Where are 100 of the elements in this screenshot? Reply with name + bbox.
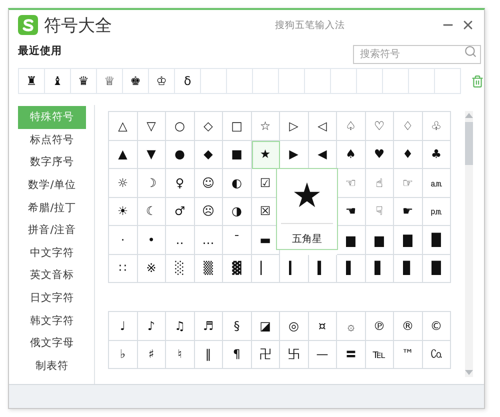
category-tab[interactable]: 数字序号 — [18, 151, 86, 174]
symbol-cell[interactable]: ¶ — [223, 340, 252, 369]
symbol-cell[interactable]: ░ — [166, 254, 194, 283]
symbol-cell[interactable]: ‖ — [194, 340, 223, 369]
symbol-cell[interactable]: ☆ — [252, 112, 280, 140]
symbol-cell[interactable]: ℗ — [366, 312, 394, 340]
symbol-cell[interactable]: ○ — [166, 112, 194, 140]
symbol-cell[interactable]: ♦ — [394, 140, 422, 169]
symbol-cell[interactable]: ■ — [223, 140, 252, 169]
symbol-cell[interactable]: ▇ — [394, 226, 422, 254]
recent-symbol[interactable]: ♛ — [71, 69, 97, 94]
category-tab[interactable]: 标点符号 — [18, 128, 86, 152]
recent-symbol[interactable]: ♚ — [123, 69, 149, 94]
symbol-cell[interactable]: ☛ — [394, 198, 422, 226]
symbol-cell[interactable]: ◁ — [308, 112, 337, 140]
category-tab[interactable]: 制表符 — [18, 354, 86, 378]
symbol-cell[interactable]: ※ — [138, 254, 166, 283]
symbol-cell[interactable]: • — [138, 226, 166, 254]
symbol-cell[interactable]: — — [308, 340, 337, 369]
symbol-cell[interactable]: … — [194, 226, 223, 254]
symbol-cell[interactable]: ♡ — [366, 112, 394, 140]
scrollbar[interactable] — [465, 111, 473, 377]
category-tab[interactable]: 英文音标 — [18, 264, 86, 287]
symbol-cell[interactable]: ● — [166, 140, 194, 169]
symbol-cell[interactable]: ۞ — [337, 312, 366, 340]
symbol-cell[interactable]: ◐ — [223, 169, 252, 198]
symbol-cell[interactable]: ▽ — [138, 112, 166, 140]
recent-symbol[interactable]: ♔ — [149, 69, 175, 94]
symbol-cell[interactable]: ☺ — [194, 169, 223, 198]
symbol-cell[interactable]: ▊ — [394, 254, 422, 283]
symbol-cell[interactable]: ▆ — [337, 226, 366, 254]
symbol-cell[interactable]: ℡ — [366, 340, 394, 369]
symbol-cell[interactable]: ♀ — [166, 169, 194, 198]
symbol-cell[interactable]: ㏂ — [422, 169, 451, 198]
symbol-cell[interactable]: ▓ — [223, 254, 252, 283]
symbol-cell[interactable]: ☽ — [138, 169, 166, 198]
symbol-cell[interactable]: ☚ — [337, 198, 366, 226]
symbol-cell[interactable]: ㏘ — [422, 198, 451, 226]
symbol-cell[interactable]: □ — [223, 112, 252, 140]
category-tab[interactable]: 数学/单位 — [18, 174, 86, 196]
symbol-cell[interactable]: █ — [422, 226, 451, 254]
symbol-cell[interactable]: █ — [422, 254, 451, 283]
symbol-cell[interactable]: ♯ — [138, 340, 166, 369]
symbol-cell[interactable]: ◎ — [280, 312, 308, 340]
symbol-cell[interactable]: ☟ — [366, 198, 394, 226]
symbol-cell[interactable]: ▏ — [252, 254, 280, 283]
symbol-cell[interactable]: ▍ — [308, 254, 337, 283]
symbol-cell[interactable]: ◆ — [194, 140, 223, 169]
symbol-cell[interactable]: § — [223, 312, 252, 340]
category-tab[interactable]: 中文字符 — [18, 242, 86, 264]
symbol-cell[interactable]: ♠ — [337, 140, 366, 169]
recent-symbol[interactable]: ♝ — [45, 69, 71, 94]
search-field[interactable]: 搜索符号 — [353, 44, 481, 64]
symbol-cell[interactable]: ♭ — [109, 340, 138, 369]
symbol-cell[interactable]: ☞ — [394, 169, 422, 198]
symbol-cell[interactable]: ▋ — [366, 254, 394, 283]
symbol-cell[interactable]: ♮ — [166, 340, 194, 369]
symbol-cell[interactable]: ▼ — [138, 140, 166, 169]
symbol-cell[interactable]: ® — [394, 312, 422, 340]
symbol-cell[interactable]: 卐 — [280, 340, 308, 369]
symbol-cell[interactable]: ♫ — [166, 312, 194, 340]
symbol-cell[interactable]: ▆ — [366, 226, 394, 254]
symbol-cell[interactable]: ™ — [394, 340, 422, 369]
recent-symbol[interactable]: ♕ — [97, 69, 123, 94]
symbol-cell[interactable]: ¤ — [308, 312, 337, 340]
symbol-cell[interactable]: ▷ — [280, 112, 308, 140]
scroll-up-icon[interactable] — [465, 113, 473, 118]
symbol-cell[interactable]: 卍 — [252, 340, 280, 369]
symbol-cell[interactable]: ★ — [252, 140, 280, 169]
recent-symbol[interactable]: δ — [175, 69, 201, 94]
symbol-cell[interactable]: ☀ — [109, 198, 138, 226]
symbol-cell[interactable]: △ — [109, 112, 138, 140]
category-tab[interactable]: 日文字符 — [18, 286, 86, 310]
recent-symbol[interactable]: ♜ — [19, 69, 45, 94]
symbol-cell[interactable]: ♧ — [422, 112, 451, 140]
symbol-cell[interactable]: ◪ — [252, 312, 280, 340]
symbol-cell[interactable]: ▎ — [280, 254, 308, 283]
symbol-cell[interactable]: ▒ — [194, 254, 223, 283]
symbol-cell[interactable]: ♩ — [109, 312, 138, 340]
symbol-cell[interactable]: ♣ — [422, 140, 451, 169]
symbol-cell[interactable]: ♤ — [337, 112, 366, 140]
category-tab[interactable]: 拼音/注音 — [18, 218, 86, 242]
symbol-cell[interactable]: ¯ — [223, 226, 252, 254]
scroll-down-icon[interactable] — [465, 370, 473, 375]
symbol-cell[interactable]: ▲ — [109, 140, 138, 169]
symbol-cell[interactable]: ☼ — [109, 169, 138, 198]
symbol-cell[interactable]: ㏇ — [422, 340, 451, 369]
symbol-cell[interactable]: ☾ — [138, 198, 166, 226]
symbol-cell[interactable]: ☝ — [366, 169, 394, 198]
category-tab[interactable]: 俄文字母 — [18, 332, 86, 355]
symbol-cell[interactable]: 〓 — [337, 340, 366, 369]
symbol-cell[interactable]: © — [422, 312, 451, 340]
symbol-cell[interactable]: ♬ — [194, 312, 223, 340]
symbol-cell[interactable]: ∷ — [109, 254, 138, 283]
symbol-cell[interactable]: ◇ — [194, 112, 223, 140]
symbol-cell[interactable]: ♢ — [394, 112, 422, 140]
symbol-cell[interactable]: ▌ — [337, 254, 366, 283]
trash-icon[interactable] — [471, 74, 484, 88]
scroll-thumb[interactable] — [465, 122, 473, 165]
symbol-cell[interactable]: ♥ — [366, 140, 394, 169]
